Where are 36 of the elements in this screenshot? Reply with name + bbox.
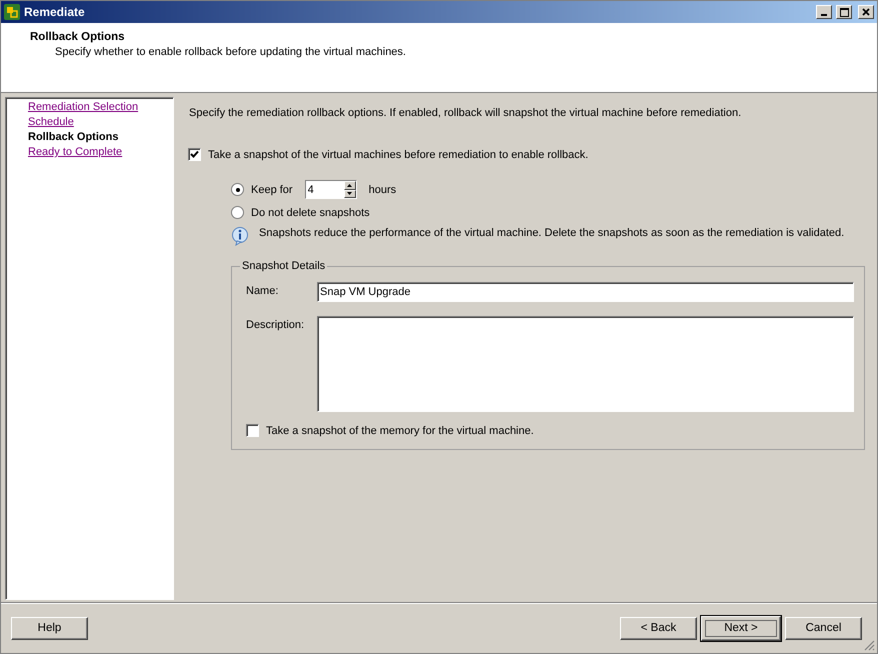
- checkbox[interactable]: [246, 424, 259, 437]
- hours-spinner[interactable]: 4: [304, 180, 357, 199]
- maximize-button[interactable]: [836, 5, 852, 19]
- step-link[interactable]: Rollback Options: [28, 131, 118, 143]
- radio-button[interactable]: [231, 183, 244, 196]
- wizard-button[interactable]: Next >: [701, 616, 781, 640]
- step-link[interactable]: Schedule: [28, 116, 74, 128]
- close-button[interactable]: [858, 5, 874, 19]
- maximize-icon: [840, 8, 848, 16]
- page-title: Rollback Options: [30, 31, 126, 43]
- page-subtitle: Specify whether to enable rollback before updating the virtual machines.: [55, 46, 407, 58]
- radio-label: Do not delete snapshots: [251, 206, 370, 218]
- checkbox-label: Take a snapshot of the virtual machines before remediation to enable rollback.: [208, 148, 588, 160]
- help-button[interactable]: Help: [11, 616, 88, 640]
- checkbox-label: Take a snapshot of the memory for the virtual machine.: [266, 424, 534, 436]
- resize-grip-icon: [864, 640, 875, 651]
- step-link[interactable]: Ready to Complete: [28, 146, 122, 158]
- window-title: Remediate: [24, 5, 86, 19]
- info-icon: [231, 226, 249, 246]
- intro-text: Specify the remediation rollback options. If enabled, rollback will snapshot the virtual machine before remediation.: [189, 107, 742, 119]
- checkbox[interactable]: [188, 148, 201, 161]
- description-field[interactable]: [317, 316, 854, 412]
- info-text: Snapshots reduce the performance of the virtual machine. Delete the snapshots as soon as the remediation is validated.: [259, 227, 844, 239]
- name-field[interactable]: Snap VM Upgrade: [317, 282, 854, 302]
- wizard-button[interactable]: < Back: [620, 616, 697, 640]
- description-label: Description:: [246, 318, 306, 331]
- unit-label: hours: [368, 184, 396, 196]
- close-icon: [862, 8, 870, 16]
- radio-button[interactable]: [231, 206, 244, 219]
- cancel-button[interactable]: Cancel: [785, 616, 862, 640]
- app-icon: [4, 4, 20, 20]
- group-title: Snapshot Details: [241, 260, 326, 272]
- minimize-button[interactable]: [816, 5, 832, 19]
- step-link[interactable]: Remediation Selection: [28, 101, 138, 113]
- name-label: Name:: [246, 284, 280, 297]
- radio-label: Keep for: [251, 184, 293, 196]
